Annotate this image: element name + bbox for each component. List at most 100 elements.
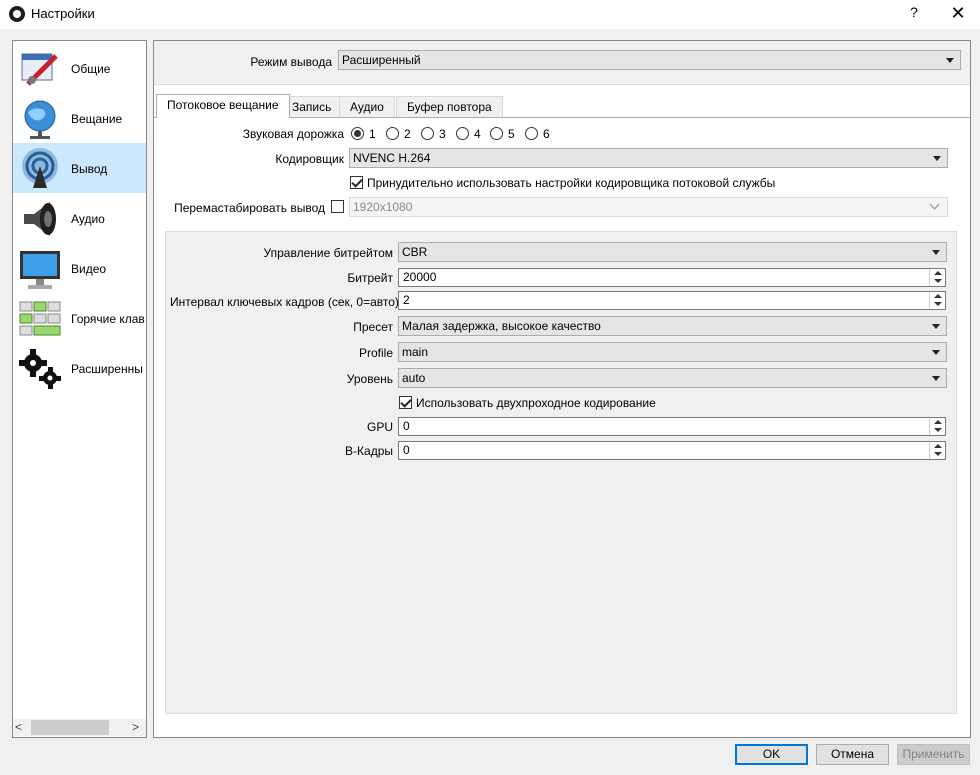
tab-recording[interactable]: Запись [281, 96, 343, 117]
gears-icon [19, 349, 61, 389]
spin-buttons[interactable] [929, 442, 945, 459]
encoder-value: NVENC H.264 [353, 151, 431, 165]
output-mode-label: Режим вывода [250, 55, 332, 69]
spin-buttons[interactable] [929, 269, 945, 286]
tab-audio[interactable]: Аудио [339, 96, 395, 117]
sidebar-item-label: Вывод [71, 162, 108, 176]
keyframe-interval-spinbox[interactable]: 2 [398, 291, 946, 310]
general-icon [21, 53, 58, 86]
tab-streaming[interactable]: Потоковое вещание [156, 94, 290, 118]
rate-control-select[interactable]: CBR [398, 242, 947, 262]
enforce-service-settings-label: Принудительно использовать настройки код… [367, 176, 776, 190]
spin-up-icon[interactable] [934, 294, 942, 298]
two-pass-encoding-label: Использовать двухпроходное кодирование [416, 396, 656, 410]
sidebar-item-label: Горячие клав [71, 312, 145, 326]
audio-track-option-label: 2 [404, 127, 411, 141]
chevron-down-icon [932, 250, 940, 255]
bitrate-label: Битрейт [347, 271, 393, 285]
close-button[interactable]: ✕ [944, 3, 972, 25]
spin-buttons[interactable] [929, 418, 945, 435]
speaker-icon [24, 202, 56, 236]
chevron-down-icon [933, 156, 941, 161]
audio-track-option-label: 4 [474, 127, 481, 141]
spin-up-icon[interactable] [934, 271, 942, 275]
output-mode-value: Расширенный [342, 53, 421, 67]
help-button[interactable]: ? [902, 4, 926, 24]
broadcast-globe-icon [24, 100, 56, 139]
apply-button[interactable]: Применить [897, 744, 970, 765]
spin-down-icon[interactable] [934, 428, 942, 432]
chevron-down-icon [932, 350, 940, 355]
profile-label: Profile [358, 346, 393, 360]
gpu-spinbox[interactable]: 0 [398, 417, 946, 436]
sidebar-item-advanced[interactable]: Расширенны [13, 343, 146, 393]
sidebar-item-hotkeys[interactable]: Горячие клав [13, 293, 146, 343]
preset-label: Пресет [353, 320, 393, 334]
cancel-button[interactable]: Отмена [816, 744, 889, 765]
audio-track-radio-1[interactable] [351, 127, 364, 140]
encoder-label: Кодировщик [275, 152, 344, 166]
audio-track-radio-6[interactable] [525, 127, 538, 140]
sidebar-item-output[interactable]: Вывод [13, 143, 146, 193]
rescale-resolution-select[interactable]: 1920x1080 [349, 197, 948, 217]
preset-value: Малая задержка, высокое качество [402, 319, 601, 333]
chevron-down-icon [946, 58, 954, 63]
bitrate-value: 20000 [403, 270, 437, 284]
spin-down-icon[interactable] [934, 279, 942, 283]
level-select[interactable]: auto [398, 368, 947, 388]
window-title: Настройки [31, 6, 95, 21]
scroll-right-arrow[interactable]: > [132, 720, 144, 734]
enforce-service-settings-checkbox[interactable] [350, 176, 363, 189]
profile-value: main [402, 345, 429, 359]
audio-track-radio-3[interactable] [421, 127, 434, 140]
gpu-value: 0 [403, 419, 410, 433]
sidebar-item-label: Аудио [71, 212, 105, 226]
monitor-icon [20, 251, 60, 289]
tab-replay-buffer[interactable]: Буфер повтора [396, 96, 503, 117]
chevron-down-icon [929, 199, 940, 210]
spin-buttons[interactable] [929, 292, 945, 309]
rescale-resolution-value: 1920x1080 [353, 200, 413, 214]
b-frames-spinbox[interactable]: 0 [398, 441, 946, 460]
ok-button[interactable]: OK [735, 744, 808, 765]
audio-track-option-label: 5 [508, 127, 515, 141]
output-antenna-icon [22, 148, 58, 188]
b-frames-label: В-Кадры [345, 444, 393, 458]
spin-down-icon[interactable] [934, 452, 942, 456]
rescale-checkbox[interactable] [331, 200, 344, 213]
sidebar-item-general[interactable]: Общие [13, 43, 146, 93]
scroll-left-arrow[interactable]: < [15, 720, 27, 734]
two-pass-encoding-checkbox[interactable] [399, 396, 412, 409]
obs-app-icon [9, 6, 25, 22]
audio-track-radio-4[interactable] [456, 127, 469, 140]
encoder-select[interactable]: NVENC H.264 [349, 148, 948, 168]
title-bar: Настройки ? ✕ [0, 0, 980, 29]
gpu-label: GPU [366, 420, 393, 434]
sidebar-item-label: Видео [71, 262, 107, 276]
rate-control-label: Управление битрейтом [263, 246, 393, 260]
audio-track-radio-2[interactable] [386, 127, 399, 140]
level-label: Уровень [346, 372, 393, 386]
preset-select[interactable]: Малая задержка, высокое качество [398, 316, 947, 336]
sidebar-horizontal-scrollbar[interactable]: < > [13, 719, 146, 736]
spin-up-icon[interactable] [934, 444, 942, 448]
chevron-down-icon [932, 324, 940, 329]
sidebar-item-label: Расширенны [71, 362, 143, 376]
scroll-thumb[interactable] [31, 720, 109, 735]
spin-up-icon[interactable] [934, 420, 942, 424]
sidebar-item-label: Общие [71, 62, 111, 76]
audio-track-option-label: 3 [439, 127, 446, 141]
bitrate-spinbox[interactable]: 20000 [398, 268, 946, 287]
keyframe-interval-label: Интервал ключевых кадров (сек, 0=авто) [170, 295, 399, 309]
spin-down-icon[interactable] [934, 302, 942, 306]
rate-control-value: CBR [402, 245, 428, 259]
profile-select[interactable]: main [398, 342, 947, 362]
settings-sidebar: Общие Вещание Вывод Аудио Видео Горячие … [12, 40, 147, 738]
audio-track-label: Звуковая дорожка [242, 127, 344, 141]
audio-track-radio-5[interactable] [490, 127, 503, 140]
rescale-label: Перемастабировать вывод [174, 201, 325, 215]
sidebar-item-video[interactable]: Видео [13, 243, 146, 293]
sidebar-item-audio[interactable]: Аудио [13, 193, 146, 243]
output-mode-select[interactable]: Расширенный [338, 50, 961, 70]
sidebar-item-broadcast[interactable]: Вещание [13, 93, 146, 143]
